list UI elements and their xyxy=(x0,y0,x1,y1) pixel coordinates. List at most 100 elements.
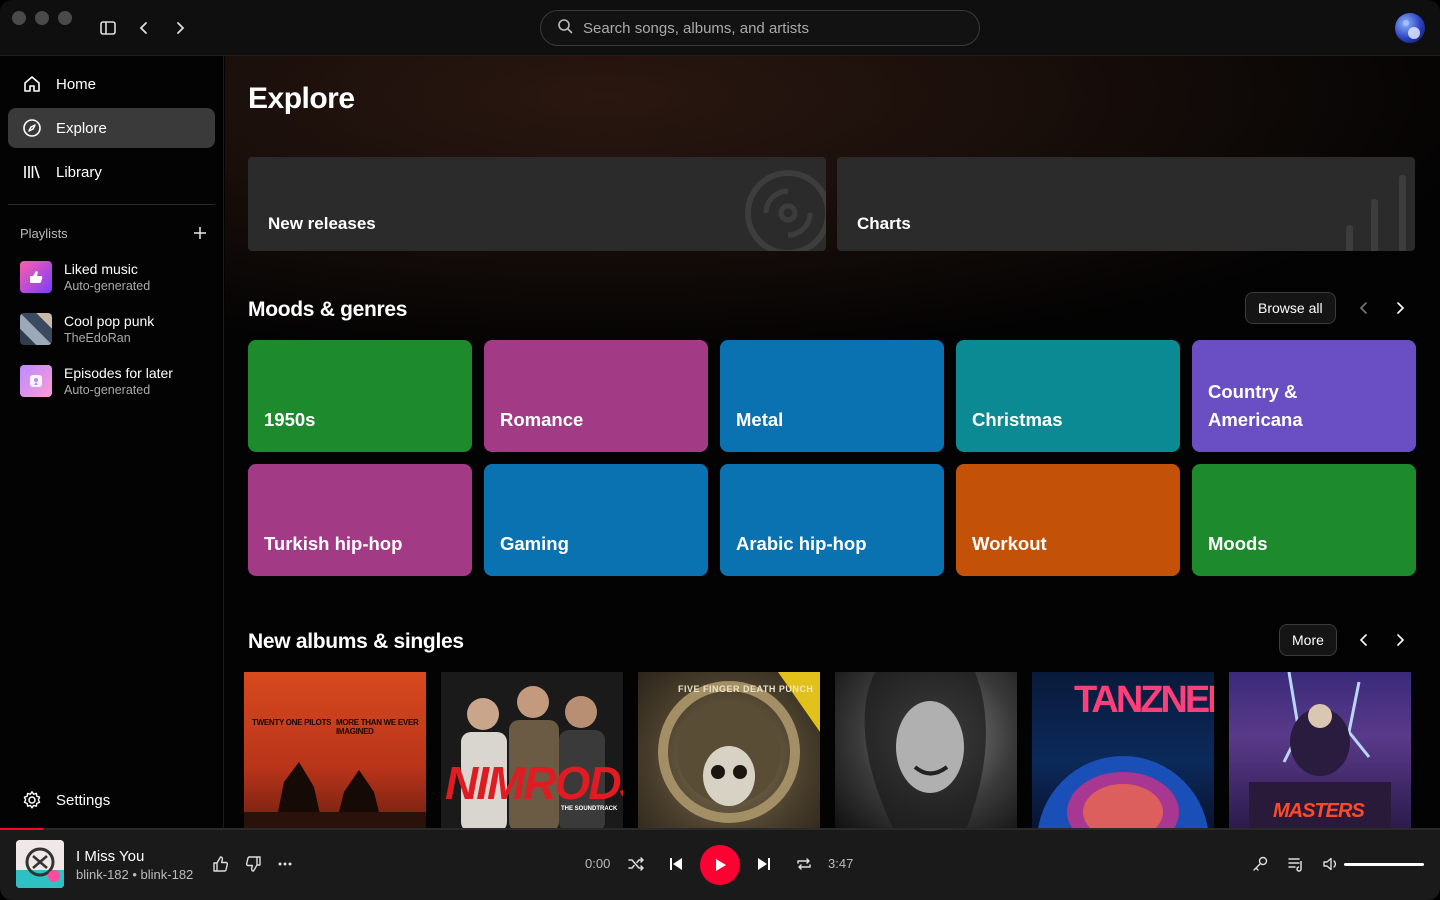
play-icon xyxy=(716,859,726,871)
window-maximize-button[interactable] xyxy=(58,11,72,25)
genre-tile[interactable]: Workout xyxy=(956,464,1180,576)
playlist-item-liked-music[interactable]: Liked music Auto-generated xyxy=(8,253,215,301)
playlists-heading: Playlists xyxy=(20,226,68,241)
sidebar-item-home[interactable]: Home xyxy=(8,64,215,104)
playlist-item-cool-pop-punk[interactable]: Cool pop punk TheEdoRan xyxy=(8,305,215,353)
main-content: Explore New releases Charts Moods & genr… xyxy=(225,56,1440,828)
playlist-cover xyxy=(20,313,52,345)
genre-tile[interactable]: Gaming xyxy=(484,464,708,576)
album-art-text: TANZNEID xyxy=(1074,679,1214,721)
playlist-name: Cool pop punk xyxy=(64,313,155,329)
compass-icon xyxy=(20,116,44,140)
new-albums-heading: New albums & singles xyxy=(248,630,464,653)
genre-label: Gaming xyxy=(500,533,569,554)
top-bar xyxy=(0,0,1440,56)
more-button[interactable]: More xyxy=(1279,624,1337,656)
album-art-text: MASTERS xyxy=(1273,800,1365,822)
album-art-text: FIVE FINGER DEATH PUNCH xyxy=(678,684,814,694)
like-icon[interactable] xyxy=(207,850,235,878)
thumbs-up-icon xyxy=(20,261,52,293)
genre-label: Arabic hip-hop xyxy=(736,533,867,554)
album-cover-twenty-one-pilots[interactable]: TWENTY ONE PILOTS MORE THAN WE EVER IMAG… xyxy=(244,672,426,828)
albums-next-icon[interactable] xyxy=(1386,626,1414,654)
moods-prev-icon[interactable] xyxy=(1350,294,1378,322)
genre-label: Country & Americana xyxy=(1208,381,1303,430)
album-cover-tanzneid[interactable]: TANZNEID xyxy=(1032,672,1214,828)
genre-tile[interactable]: Turkish hip-hop xyxy=(248,464,472,576)
album-cover-nimrods[interactable]: NIMRODS THE SOUNDTRACK xyxy=(441,672,623,828)
search-icon xyxy=(557,18,573,39)
album-art-text: NIMRODS xyxy=(445,757,623,809)
new-playlist-button[interactable] xyxy=(189,222,211,244)
gear-icon xyxy=(20,788,44,812)
volume-icon[interactable] xyxy=(1317,850,1345,878)
podcast-icon xyxy=(20,365,52,397)
library-icon xyxy=(20,160,44,184)
elapsed-time: 0:00 xyxy=(585,856,611,871)
playlist-name: Liked music xyxy=(64,261,138,277)
search-bar[interactable] xyxy=(540,10,980,46)
sidebar-item-library[interactable]: Library xyxy=(8,152,215,192)
queue-icon[interactable] xyxy=(1282,850,1310,878)
previous-track-icon[interactable] xyxy=(662,850,690,878)
playlist-item-episodes-for-later[interactable]: Episodes for later Auto-generated xyxy=(8,357,215,405)
sidebar-item-label: Home xyxy=(56,75,97,93)
playlist-name: Episodes for later xyxy=(64,365,173,381)
playlist-subtitle: Auto-generated xyxy=(64,279,151,293)
player-bar: I Miss You blink-182 • blink-182 0:00 3:… xyxy=(0,830,1440,900)
next-track-icon[interactable] xyxy=(750,850,778,878)
more-options-icon[interactable] xyxy=(271,850,299,878)
album-cover-five-finger-death-punch[interactable]: FIVE FINGER DEATH PUNCH xyxy=(638,672,820,828)
search-input[interactable] xyxy=(583,19,963,37)
page-title: Explore xyxy=(248,82,355,115)
moods-next-icon[interactable] xyxy=(1386,294,1414,322)
lyrics-icon[interactable] xyxy=(1246,850,1274,878)
genre-label: Romance xyxy=(500,409,584,430)
album-art-text: TWENTY ONE PILOTS xyxy=(252,718,332,727)
window-minimize-button[interactable] xyxy=(35,11,49,25)
new-releases-card[interactable]: New releases xyxy=(248,157,826,251)
avatar[interactable] xyxy=(1395,13,1425,43)
album-cover-portrait[interactable] xyxy=(835,672,1017,828)
back-icon[interactable] xyxy=(130,14,158,42)
forward-icon[interactable] xyxy=(166,14,194,42)
sidebar-item-label: Explore xyxy=(56,119,107,137)
plus-icon xyxy=(194,227,206,239)
browse-all-button[interactable]: Browse all xyxy=(1245,292,1336,324)
genre-tile[interactable]: Christmas xyxy=(956,340,1180,452)
card-label: New releases xyxy=(268,214,376,233)
genre-tile[interactable]: Moods xyxy=(1192,464,1416,576)
home-icon xyxy=(20,72,44,96)
disc-icon xyxy=(745,170,826,251)
genre-tile[interactable]: 1950s xyxy=(248,340,472,452)
sidebar-toggle-icon[interactable] xyxy=(94,14,122,42)
genre-tile[interactable]: Metal xyxy=(720,340,944,452)
sidebar-item-explore[interactable]: Explore xyxy=(8,108,215,148)
app-window: Home Explore Library Playlists Liked mus… xyxy=(0,0,1440,900)
genre-tile[interactable]: Arabic hip-hop xyxy=(720,464,944,576)
genre-tile[interactable]: Romance xyxy=(484,340,708,452)
playlist-subtitle: Auto-generated xyxy=(64,383,151,397)
genre-label: Metal xyxy=(736,409,784,430)
sidebar-item-label: Library xyxy=(56,163,102,181)
albums-prev-icon[interactable] xyxy=(1350,626,1378,654)
shuffle-icon[interactable] xyxy=(622,850,650,878)
charts-card[interactable]: Charts xyxy=(837,157,1415,251)
now-playing-title[interactable]: I Miss You xyxy=(76,848,144,865)
genre-label: Turkish hip-hop xyxy=(264,533,403,554)
now-playing-cover[interactable] xyxy=(16,840,64,888)
window-close-button[interactable] xyxy=(12,11,26,25)
dislike-icon[interactable] xyxy=(239,850,267,878)
now-playing-artist[interactable]: blink-182 • blink-182 xyxy=(76,867,193,882)
play-button[interactable] xyxy=(700,845,740,885)
playlist-subtitle: TheEdoRan xyxy=(64,331,131,345)
repeat-icon[interactable] xyxy=(790,850,818,878)
genre-label: 1950s xyxy=(264,409,316,430)
settings-button[interactable]: Settings xyxy=(8,780,215,820)
genre-tile[interactable]: Country & Americana xyxy=(1192,340,1416,452)
album-art-text: THE SOUNDTRACK xyxy=(561,806,618,812)
album-cover-masters[interactable]: MASTERS xyxy=(1229,672,1411,828)
volume-slider[interactable] xyxy=(1344,863,1424,866)
album-art-text: MORE THAN WE EVER IMAGINED xyxy=(336,718,419,736)
genre-label: Moods xyxy=(1208,533,1268,554)
